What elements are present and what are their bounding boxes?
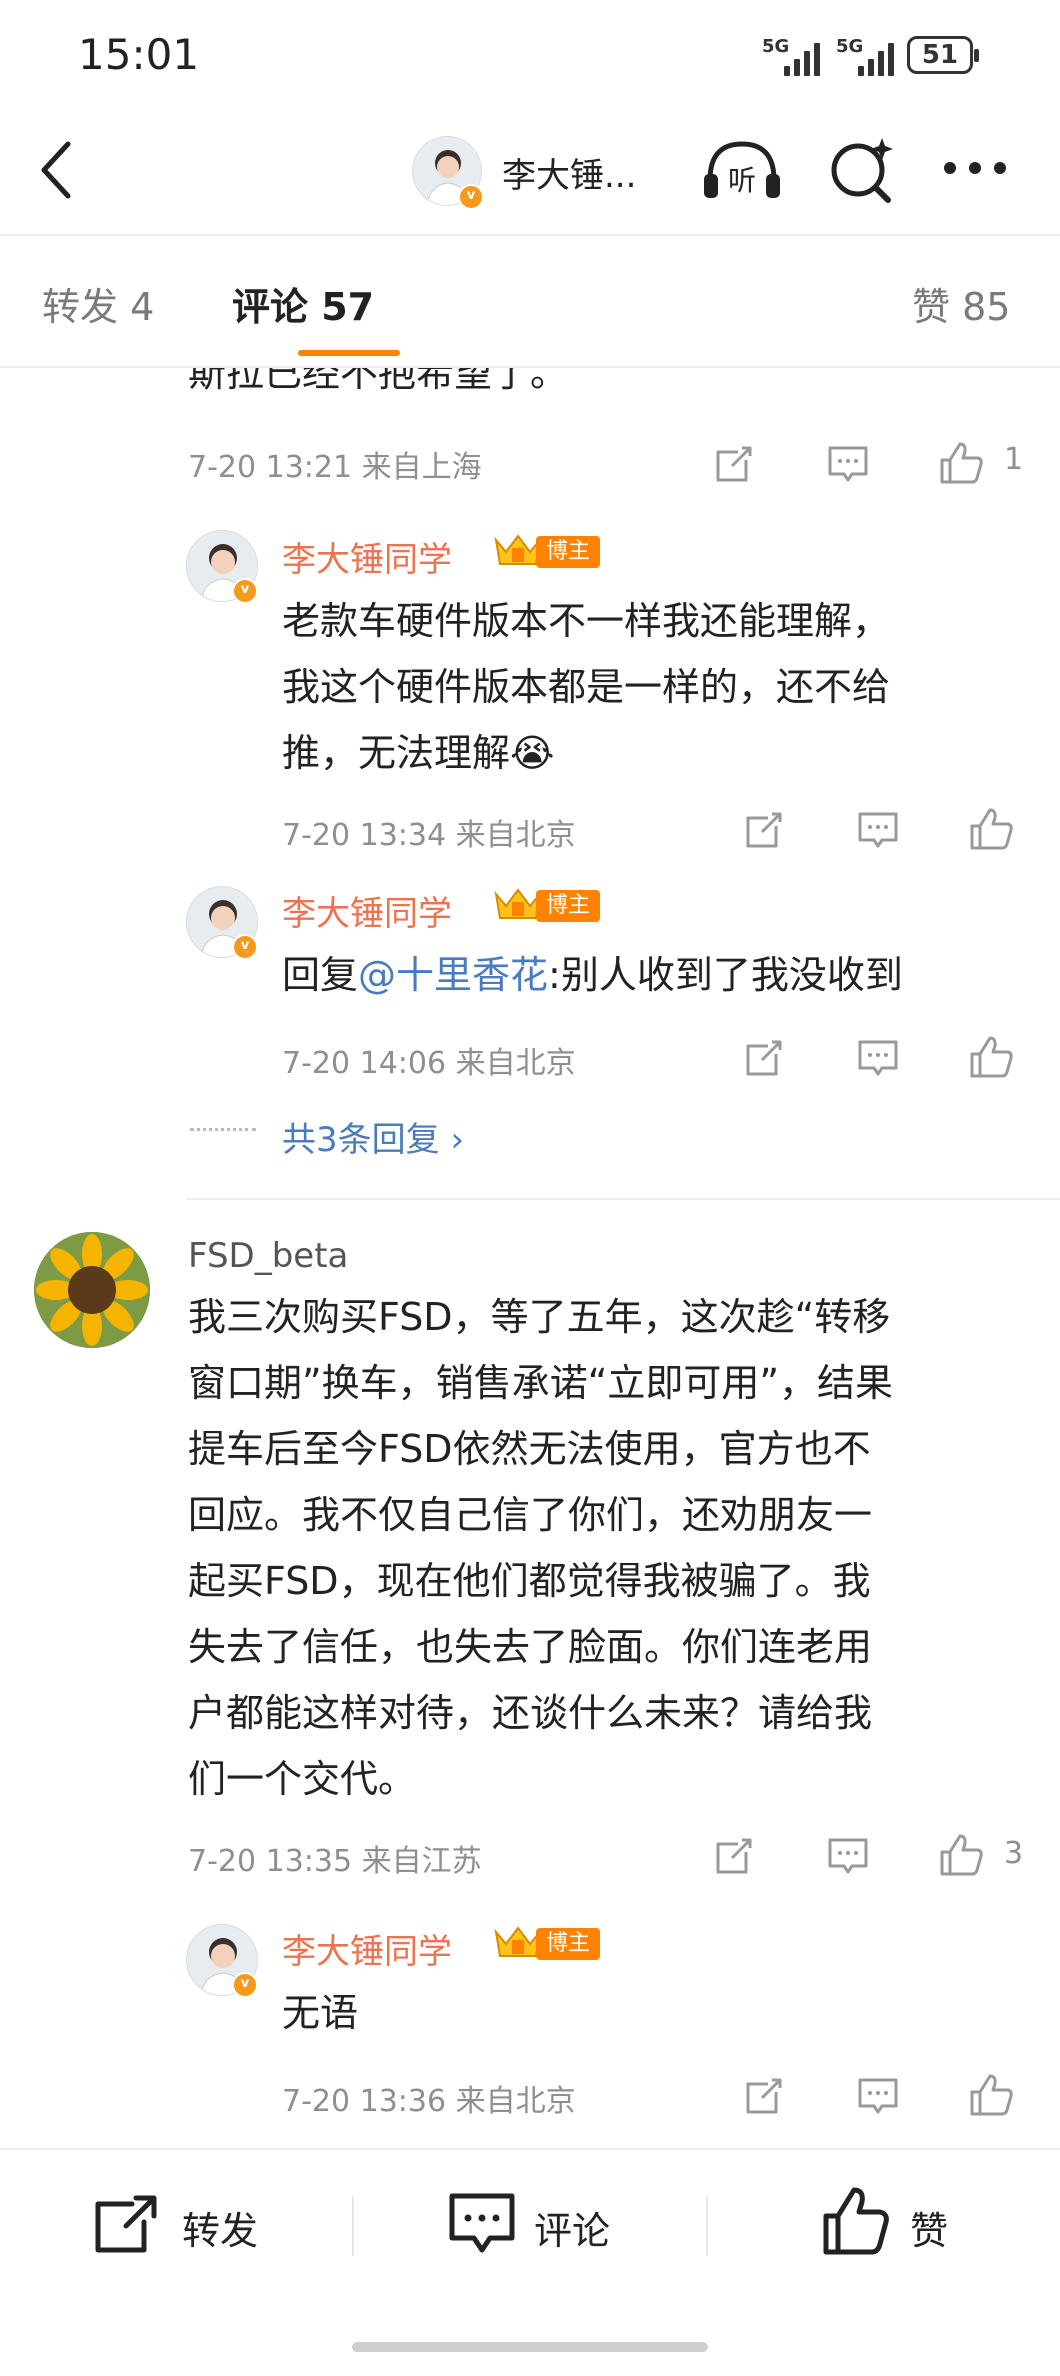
tab-comments[interactable]: 评论 57 [232, 276, 374, 331]
comment-icon[interactable] [856, 810, 900, 852]
share-icon[interactable] [742, 810, 784, 852]
tab-repost[interactable]: 转发 4 [42, 276, 154, 331]
reply-meta: 7-20 13:34 来自北京 [282, 818, 576, 853]
bottom-repost-button[interactable]: 转发 [182, 2200, 258, 2255]
reply-text-line: 我这个硬件版本都是一样的，还不给 [282, 665, 891, 709]
signal-bars-2-icon [858, 40, 904, 76]
reply-prefix: 回复 [282, 953, 359, 997]
status-time: 15:01 [78, 30, 200, 79]
bottom-action-bar [0, 2148, 1060, 2300]
reply-text: 回复@十里香花:别人收到了我没收到 [282, 942, 903, 1008]
comment-text: 斯拉已经不抱希望了。 [188, 368, 569, 395]
like-icon[interactable] [968, 2072, 1014, 2118]
reply-text-line: 老款车硬件版本不一样我还能理解， [282, 599, 891, 643]
comment-icon[interactable] [826, 444, 870, 486]
tab-likes[interactable]: 赞 85 [912, 276, 1010, 331]
nav-divider [0, 234, 1060, 236]
more-replies-dots [190, 1128, 256, 1131]
comment-icon[interactable] [826, 1836, 870, 1878]
comment-meta: 7-20 13:35 来自江苏 [188, 1844, 482, 1879]
comment-icon[interactable] [856, 2076, 900, 2118]
commenter-name[interactable]: FSD_beta [188, 1236, 348, 1276]
share-icon[interactable] [712, 444, 754, 486]
comment-text-clip: 斯拉已经不抱希望了。 [0, 368, 1060, 416]
share-icon[interactable] [742, 2076, 784, 2118]
back-icon[interactable] [36, 140, 76, 200]
comment-icon[interactable] [856, 1038, 900, 1080]
search-sparkle-icon[interactable] [826, 134, 898, 206]
more-icon[interactable] [942, 160, 1008, 176]
blogger-tag: 博主 [536, 890, 601, 922]
comment-text-line: 户都能这样对待，还谈什么未来？请给我 [188, 1691, 873, 1735]
reply-author-name[interactable]: 李大锤同学 [282, 886, 452, 935]
bottom-divider [706, 2196, 708, 2256]
comment-text-line: 回应。我不仅自己信了你们，还劝朋友一 [188, 1493, 873, 1537]
home-indicator[interactable] [352, 2342, 708, 2352]
reply-meta: 7-20 14:06 来自北京 [282, 1046, 576, 1081]
verified-badge-icon: v [232, 578, 258, 604]
listen-icon-label: 听 [728, 164, 756, 197]
bottom-repost-icon[interactable] [92, 2194, 158, 2254]
tab-active-indicator [298, 350, 400, 356]
comment-text-line: 起买FSD，现在他们都觉得我被骗了。我 [188, 1559, 871, 1603]
share-icon[interactable] [712, 1836, 754, 1878]
reply-author-name[interactable]: 李大锤同学 [282, 1924, 452, 1973]
blogger-tag: 博主 [536, 1928, 601, 1960]
comment-text-line: 提车后至今FSD依然无法使用，官方也不 [188, 1427, 871, 1471]
listen-icon[interactable]: 听 [700, 136, 784, 202]
reply-text-line: 推，无法理解😭 [282, 731, 555, 775]
comment-text-line: 失去了信任，也失去了脸面。你们连老用 [188, 1625, 873, 1669]
bottom-like-button[interactable]: 赞 [910, 2200, 948, 2255]
reply-suffix: :别人收到了我没收到 [548, 953, 903, 997]
bottom-divider [352, 2196, 354, 2256]
reply-author-name[interactable]: 李大锤同学 [282, 532, 452, 581]
thread-divider [186, 1198, 1060, 1200]
nav-title[interactable]: 李大锤... [502, 148, 636, 197]
reply-meta: 7-20 13:36 来自北京 [282, 2084, 576, 2119]
verified-badge-icon: v [232, 934, 258, 960]
comment-meta: 7-20 13:21 来自上海 [188, 450, 482, 485]
like-count: 1 [1004, 442, 1024, 477]
share-icon[interactable] [742, 1038, 784, 1080]
reply-text: 无语 [282, 1991, 359, 2035]
like-count: 3 [1004, 1836, 1024, 1871]
blogger-tag: 博主 [536, 536, 601, 568]
like-icon[interactable] [938, 1832, 984, 1878]
comment-text-line: 我三次购买FSD，等了五年，这次趁“转移 [188, 1295, 891, 1339]
like-icon[interactable] [968, 1034, 1014, 1080]
comment-text-line: 窗口期”换车，销售承诺“立即可用”，结果 [188, 1361, 894, 1405]
comment-text-line: 们一个交代。 [188, 1757, 417, 1801]
battery-icon: 51 [907, 36, 979, 74]
bottom-like-icon[interactable] [822, 2186, 890, 2256]
mention-link[interactable]: @十里香花 [358, 953, 548, 997]
signal-bars-1-icon [784, 40, 830, 76]
more-replies-link[interactable]: 共3条回复 › [282, 1112, 464, 1161]
bottom-comment-button[interactable]: 评论 [534, 2200, 610, 2255]
verified-badge-icon: v [232, 1972, 258, 1998]
like-icon[interactable] [938, 440, 984, 486]
verified-badge-icon: v [458, 184, 484, 210]
like-icon[interactable] [968, 806, 1014, 852]
commenter-avatar[interactable] [34, 1232, 150, 1348]
bottom-comment-icon[interactable] [448, 2192, 516, 2258]
